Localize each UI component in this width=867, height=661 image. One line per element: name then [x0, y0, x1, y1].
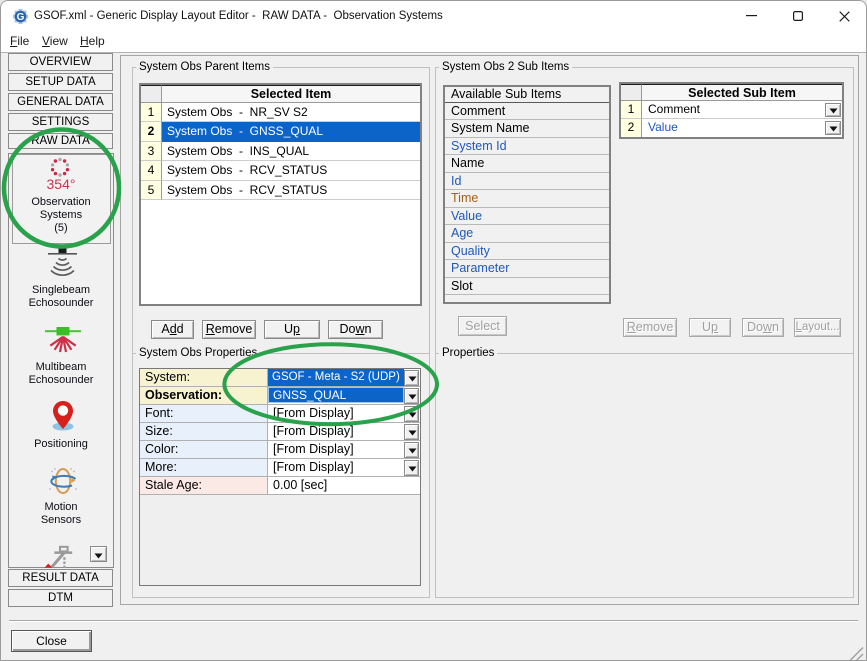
svg-text:G: G [17, 12, 25, 23]
